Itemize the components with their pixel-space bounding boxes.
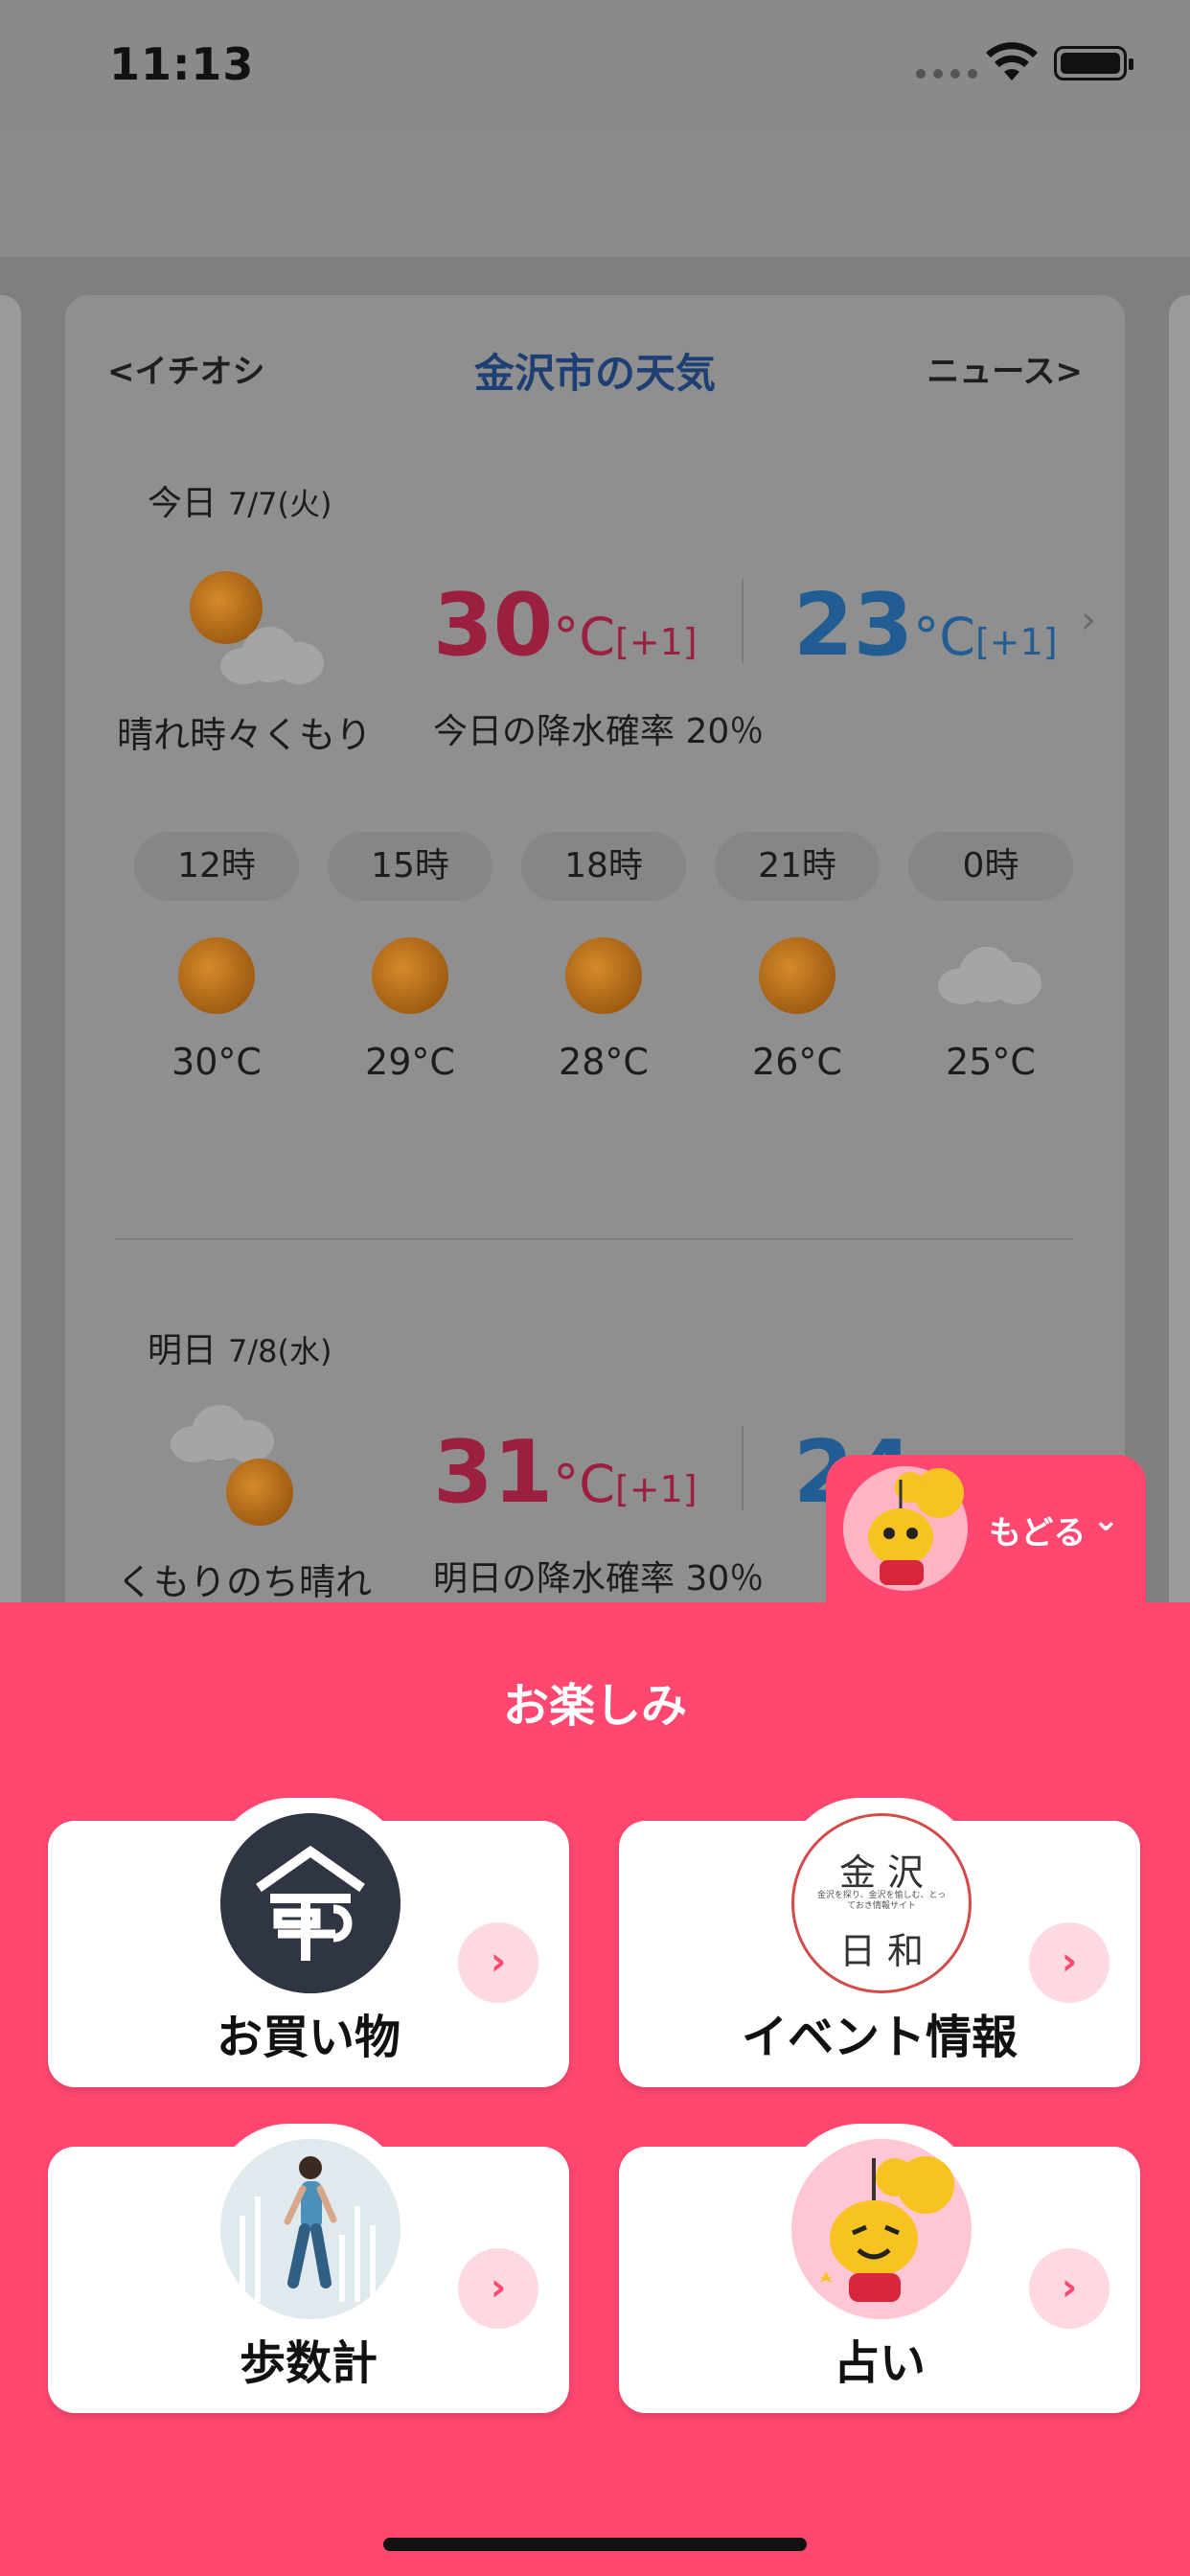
hour-time: 21時: [715, 832, 880, 901]
today-high-unit: °C: [553, 607, 615, 667]
pedometer-tile[interactable]: › 歩数計: [48, 2124, 569, 2413]
fun-sheet: お楽しみ › お買い物 金 沢 金沢を探り、金沢を愉しむ、とっておき情報サイト: [0, 1602, 1190, 2576]
status-bar: 11:13: [0, 0, 1190, 134]
tomorrow-condition: くもりのち晴れ: [117, 1561, 373, 1603]
sun-cloud-icon: [171, 556, 333, 700]
status-time: 11:13: [109, 38, 255, 90]
hourly-item: 0時 25°C: [908, 832, 1073, 1083]
sheet-title: お楽しみ: [502, 1679, 687, 1733]
next-card-peek[interactable]: [1169, 295, 1190, 1733]
hour-time: 15時: [328, 832, 492, 901]
today-rain: 今日の降水確率 20％: [433, 712, 765, 751]
tile-label: イベント情報: [741, 2011, 1018, 2064]
today-high-temp: 30°C[+1]: [433, 583, 698, 669]
hour-temp: 29°C: [365, 1041, 455, 1083]
temp-divider: [742, 579, 744, 663]
hourly-item: 21時 26°C: [715, 832, 880, 1083]
mascot-icon: [843, 1466, 968, 1591]
signal-icon: [916, 69, 977, 79]
tomorrow-rain: 明日の降水確率 30％: [433, 1559, 765, 1598]
shopping-tile[interactable]: › お買い物: [48, 1798, 569, 2087]
hour-temp: 28°C: [559, 1041, 649, 1083]
hourly-forecast: 12時 30°C 15時 29°C 18時 28°C 21時 26°C 0時 2…: [134, 832, 1073, 1083]
chevron-right-icon: ›: [1029, 2248, 1110, 2329]
back-label: もどる: [989, 1514, 1087, 1552]
events-tile[interactable]: 金 沢 金沢を探り、金沢を愉しむ、とっておき情報サイト 日 和 › イベント情報: [619, 1798, 1140, 2087]
screen: 11:13 <イチオシ 金沢市の天気 ニュース> 今日 7/7(火) 晴れ時々く…: [0, 0, 1190, 2576]
tomorrow-day: 明日: [148, 1331, 217, 1370]
back-button[interactable]: もどる ⌄: [826, 1455, 1146, 1608]
tomorrow-label: 明日 7/8(水): [148, 1322, 332, 1372]
nav-next-link[interactable]: ニュース>: [927, 345, 1083, 392]
today-high-diff: [+1]: [614, 621, 698, 663]
hourly-item: 12時 30°C: [134, 832, 299, 1083]
temp-divider: [742, 1426, 744, 1510]
sun-icon: [328, 918, 492, 1033]
tomorrow-date: 7/8(水): [228, 1333, 332, 1369]
kanazawa-biyori-logo-icon: 金 沢 金沢を探り、金沢を愉しむ、とっておき情報サイト 日 和: [791, 1813, 972, 1993]
home-indicator[interactable]: [383, 2538, 807, 2551]
weather-card: <イチオシ 金沢市の天気 ニュース> 今日 7/7(火) 晴れ時々くもり 30°C…: [65, 295, 1125, 1637]
today-low-unit: °C: [913, 607, 975, 667]
hourly-item: 15時 29°C: [328, 832, 492, 1083]
shopping-logo-icon: [220, 1813, 400, 1993]
sun-icon: [715, 918, 880, 1033]
wifi-icon: [986, 42, 1038, 80]
header-area: [0, 134, 1190, 257]
hour-temp: 25°C: [946, 1041, 1036, 1083]
tile-label: 占い: [833, 2336, 926, 2390]
cloud-sun-icon: [171, 1397, 333, 1551]
logo-subtext: 金沢を探り、金沢を愉しむ、とっておき情報サイト: [816, 1891, 947, 1911]
battery-icon: [1054, 46, 1133, 80]
cloud-icon: [908, 918, 1073, 1033]
chevron-right-icon: ›: [458, 1922, 538, 2003]
today-day: 今日: [148, 484, 217, 523]
walking-woman-icon: [220, 2139, 400, 2319]
tomorrow-high-temp: 31°C[+1]: [433, 1430, 698, 1516]
sun-icon: [134, 918, 299, 1033]
chevron-right-icon: ›: [1029, 1922, 1110, 2003]
chevron-right-icon: ›: [458, 2248, 538, 2329]
today-low-temp: 23°C[+1]: [793, 583, 1058, 669]
tomorrow-high-unit: °C: [553, 1454, 615, 1514]
today-condition: 晴れ時々くもり: [117, 714, 373, 756]
hourly-item: 18時 28°C: [521, 832, 686, 1083]
hour-time: 0時: [908, 832, 1073, 901]
tile-label: 歩数計: [239, 2336, 378, 2390]
hour-time: 18時: [521, 832, 686, 901]
previous-card-peek[interactable]: [0, 295, 21, 1733]
logo-text-bottom: 日 和: [838, 1930, 925, 1972]
today-low-value: 23: [793, 575, 914, 676]
mascot-icon: [791, 2139, 972, 2319]
today-low-diff: [+1]: [974, 621, 1058, 663]
today-label: 今日 7/7(火): [148, 475, 332, 525]
today-date: 7/7(火): [228, 486, 332, 522]
chevron-down-icon: ⌄: [1092, 1501, 1120, 1539]
weather-card-header: <イチオシ 金沢市の天気 ニュース>: [65, 334, 1125, 410]
chevron-right-icon[interactable]: ›: [1081, 598, 1096, 642]
today-high-value: 30: [433, 575, 554, 676]
fortune-tile[interactable]: › 占い: [619, 2124, 1140, 2413]
tomorrow-high-diff: [+1]: [614, 1468, 698, 1510]
hour-time: 12時: [134, 832, 299, 901]
tile-label: お買い物: [216, 2011, 400, 2064]
tomorrow-high-value: 31: [433, 1422, 554, 1523]
day-divider: [115, 1238, 1073, 1240]
hour-temp: 30°C: [172, 1041, 262, 1083]
hour-temp: 26°C: [752, 1041, 842, 1083]
sun-icon: [521, 918, 686, 1033]
logo-text-top: 金 沢: [838, 1852, 925, 1894]
